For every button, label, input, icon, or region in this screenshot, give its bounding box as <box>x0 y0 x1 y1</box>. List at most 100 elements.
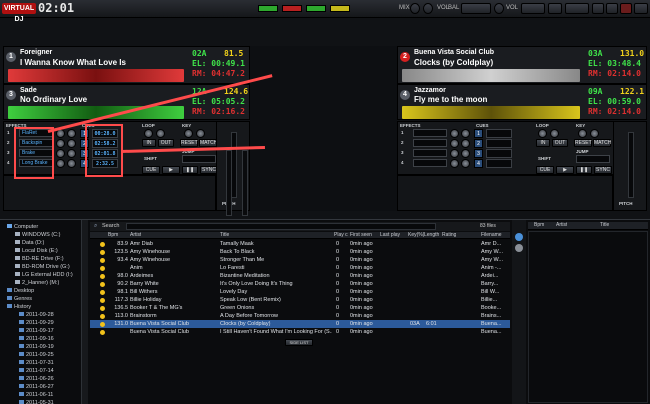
play-button[interactable]: ▶ <box>556 166 574 174</box>
match-button[interactable]: MATCH <box>199 139 217 147</box>
effect-knob[interactable] <box>461 149 470 158</box>
tree-item[interactable]: 2011-06-26 <box>3 375 81 383</box>
cue-slot[interactable]: 4 <box>474 159 483 168</box>
tree-item[interactable]: BD-RE Drive (F:) <box>3 255 81 263</box>
tree-item[interactable]: 2011-09-19 <box>3 343 81 351</box>
waveform-button[interactable] <box>565 3 589 14</box>
table-row[interactable]: 131.0 Buena Vista Social Club Clocks (by C… <box>90 320 510 328</box>
effect-knob[interactable] <box>450 149 459 158</box>
play-button[interactable]: ▶ <box>162 166 180 174</box>
tree-item[interactable]: 2011-06-27 <box>3 383 81 391</box>
effect-knob[interactable] <box>56 159 65 168</box>
tree-item[interactable]: 2011-07-31 <box>3 359 81 367</box>
channel-fader-left[interactable] <box>226 150 232 216</box>
loop-out-button[interactable]: OUT <box>158 139 174 147</box>
tree-item[interactable]: 2011-09-25 <box>3 351 81 359</box>
col-last-play[interactable]: Last play <box>380 232 400 239</box>
table-row[interactable]: 117.3 Billie Holiday Speak Low (Bent Remix… <box>90 296 510 304</box>
pitch-slider[interactable] <box>628 132 634 198</box>
effect-knob[interactable] <box>56 139 65 148</box>
tree-scrollbar[interactable] <box>82 220 88 404</box>
balance-slider[interactable] <box>461 3 491 14</box>
effect-knob[interactable] <box>67 159 76 168</box>
loop-out-button[interactable]: OUT <box>552 139 568 147</box>
minimize-button[interactable] <box>592 3 604 14</box>
match-button[interactable]: MATCH <box>593 139 611 147</box>
effect-knob[interactable] <box>461 129 470 138</box>
cue-button[interactable]: CUE <box>142 166 160 174</box>
reset-button[interactable]: RESET <box>574 139 592 147</box>
col-first-seen[interactable]: First seen <box>350 232 372 239</box>
col-key[interactable]: Key(%) <box>408 232 424 239</box>
effect-knob[interactable] <box>67 139 76 148</box>
cue-time[interactable] <box>486 129 512 138</box>
tree-item[interactable]: History <box>3 303 81 311</box>
tree-item[interactable]: 2011-09-17 <box>3 327 81 335</box>
tree-item[interactable]: 2011-07-14 <box>3 367 81 375</box>
table-row[interactable]: 90.2 Barry White It's Only Love Doing It's… <box>90 280 510 288</box>
close-button[interactable] <box>620 3 632 14</box>
info-icon[interactable] <box>515 233 523 241</box>
reset-button[interactable]: RESET <box>180 139 198 147</box>
deck-waveform[interactable] <box>8 69 184 82</box>
sidelist-col-title[interactable]: Title <box>600 222 609 229</box>
effect-knob[interactable] <box>450 129 459 138</box>
key-knob[interactable] <box>184 129 193 138</box>
tree-item[interactable]: 2011-09-29 <box>3 319 81 327</box>
effect-knob[interactable] <box>461 139 470 148</box>
fullscreen-button[interactable] <box>634 3 648 14</box>
tree-item[interactable]: 2011-06-11 <box>3 391 81 399</box>
table-row[interactable]: 98.1 Bill Withers Lovely Day 0 0min ago Bill … <box>90 288 510 296</box>
search-icon[interactable] <box>515 244 523 252</box>
tree-item[interactable]: 2011-05-31 <box>3 399 81 404</box>
tree-item[interactable]: Data (D:) <box>3 239 81 247</box>
table-row[interactable]: 83.9 Amr Diab Tamally Maak 0 0min ago Amr D..… <box>90 240 510 248</box>
tree-item[interactable]: WINDOWS (C:) <box>3 231 81 239</box>
mix-knob[interactable] <box>423 3 433 14</box>
tree-item[interactable]: Computer <box>3 223 81 231</box>
pause-button[interactable]: ❚❚ <box>576 166 592 174</box>
loop-knob[interactable] <box>538 129 547 138</box>
tree-item[interactable]: 2011-09-28 <box>3 311 81 319</box>
loop-knob[interactable] <box>156 129 165 138</box>
effect-select-4[interactable] <box>413 159 447 167</box>
cue-time[interactable] <box>486 159 512 168</box>
cue-button[interactable]: CUE <box>536 166 554 174</box>
col-bpm[interactable]: Bpm <box>108 232 118 239</box>
headphones-icon[interactable] <box>410 3 420 14</box>
tree-item[interactable]: Genres <box>3 295 81 303</box>
effect-knob[interactable] <box>67 129 76 138</box>
key-knob[interactable] <box>578 129 587 138</box>
deck-waveform[interactable] <box>402 106 580 119</box>
loop-knob[interactable] <box>144 129 153 138</box>
record-button[interactable] <box>548 3 562 14</box>
sync-button[interactable]: SYNC <box>594 166 612 174</box>
cue-time[interactable] <box>486 139 512 148</box>
tree-item[interactable]: LG External HDD (I:) <box>3 271 81 279</box>
effect-knob[interactable] <box>461 159 470 168</box>
effect-select-1[interactable] <box>413 129 447 137</box>
loop-in-button[interactable]: IN <box>536 139 550 147</box>
pause-button[interactable]: ❚❚ <box>182 166 198 174</box>
maximize-button[interactable] <box>606 3 618 14</box>
config-button[interactable] <box>521 3 545 14</box>
effect-knob[interactable] <box>56 149 65 158</box>
cue-slot[interactable]: 1 <box>474 129 483 138</box>
table-row[interactable]: Anim Lo Faresti 0 0min ago Anim -... <box>90 264 510 272</box>
sidelist-panel[interactable] <box>528 231 648 403</box>
jump-select[interactable] <box>576 155 610 163</box>
col-artist[interactable]: Artist <box>130 232 141 239</box>
table-row[interactable]: 93.4 Amy Winehouse Stronger Than Me 0 0min a… <box>90 256 510 264</box>
col-plays[interactable]: Play c <box>334 232 348 239</box>
master-volume-knob[interactable] <box>494 3 504 14</box>
tree-item[interactable]: 2011-09-16 <box>3 335 81 343</box>
tree-item[interactable]: 2_Hanner) (M:) <box>3 279 81 287</box>
tree-item[interactable]: Desktop <box>3 287 81 295</box>
effect-select-2[interactable] <box>413 139 447 147</box>
sidelist-col-artist[interactable]: Artist <box>556 222 567 229</box>
key-knob[interactable] <box>590 129 599 138</box>
loop-knob[interactable] <box>550 129 559 138</box>
channel-fader-left-2[interactable] <box>242 150 248 216</box>
cue-slot[interactable]: 3 <box>474 149 483 158</box>
sidelist-col-bpm[interactable]: Bpm <box>534 222 544 229</box>
